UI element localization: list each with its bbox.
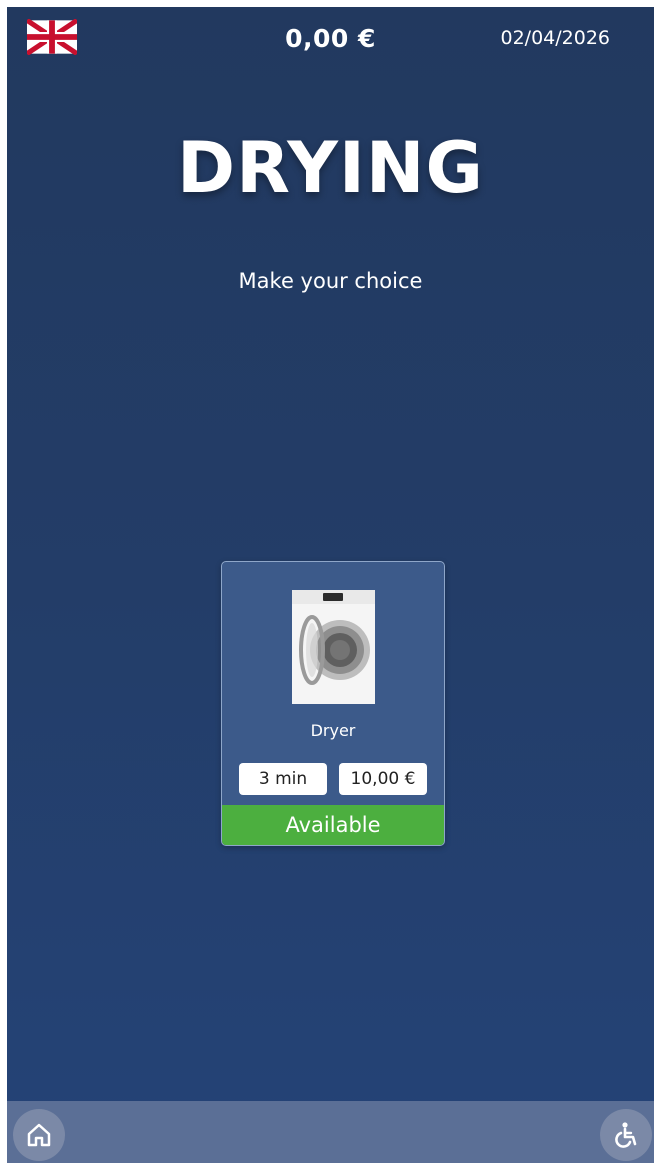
duration-badge: 3 min xyxy=(239,763,327,795)
accessibility-button[interactable] xyxy=(600,1109,652,1161)
home-icon xyxy=(27,1123,51,1147)
current-date: 02/04/2026 xyxy=(500,27,610,49)
machine-name: Dryer xyxy=(310,721,356,740)
dryer-machine-icon xyxy=(292,590,375,704)
home-button[interactable] xyxy=(13,1109,65,1161)
page-subtitle: Make your choice xyxy=(238,269,423,293)
status-available-bar: Available xyxy=(222,805,444,845)
price-badge: 10,00 € xyxy=(339,763,427,795)
bottom-bar xyxy=(7,1101,654,1163)
machine-card-dryer[interactable]: Dryer 3 min 10,00 € Available xyxy=(221,561,445,846)
accessibility-icon xyxy=(615,1122,637,1148)
page-title: DRYING xyxy=(177,127,484,209)
kiosk-screen: 0,00 € 02/04/2026 DRYING Make your choic… xyxy=(7,7,654,1163)
